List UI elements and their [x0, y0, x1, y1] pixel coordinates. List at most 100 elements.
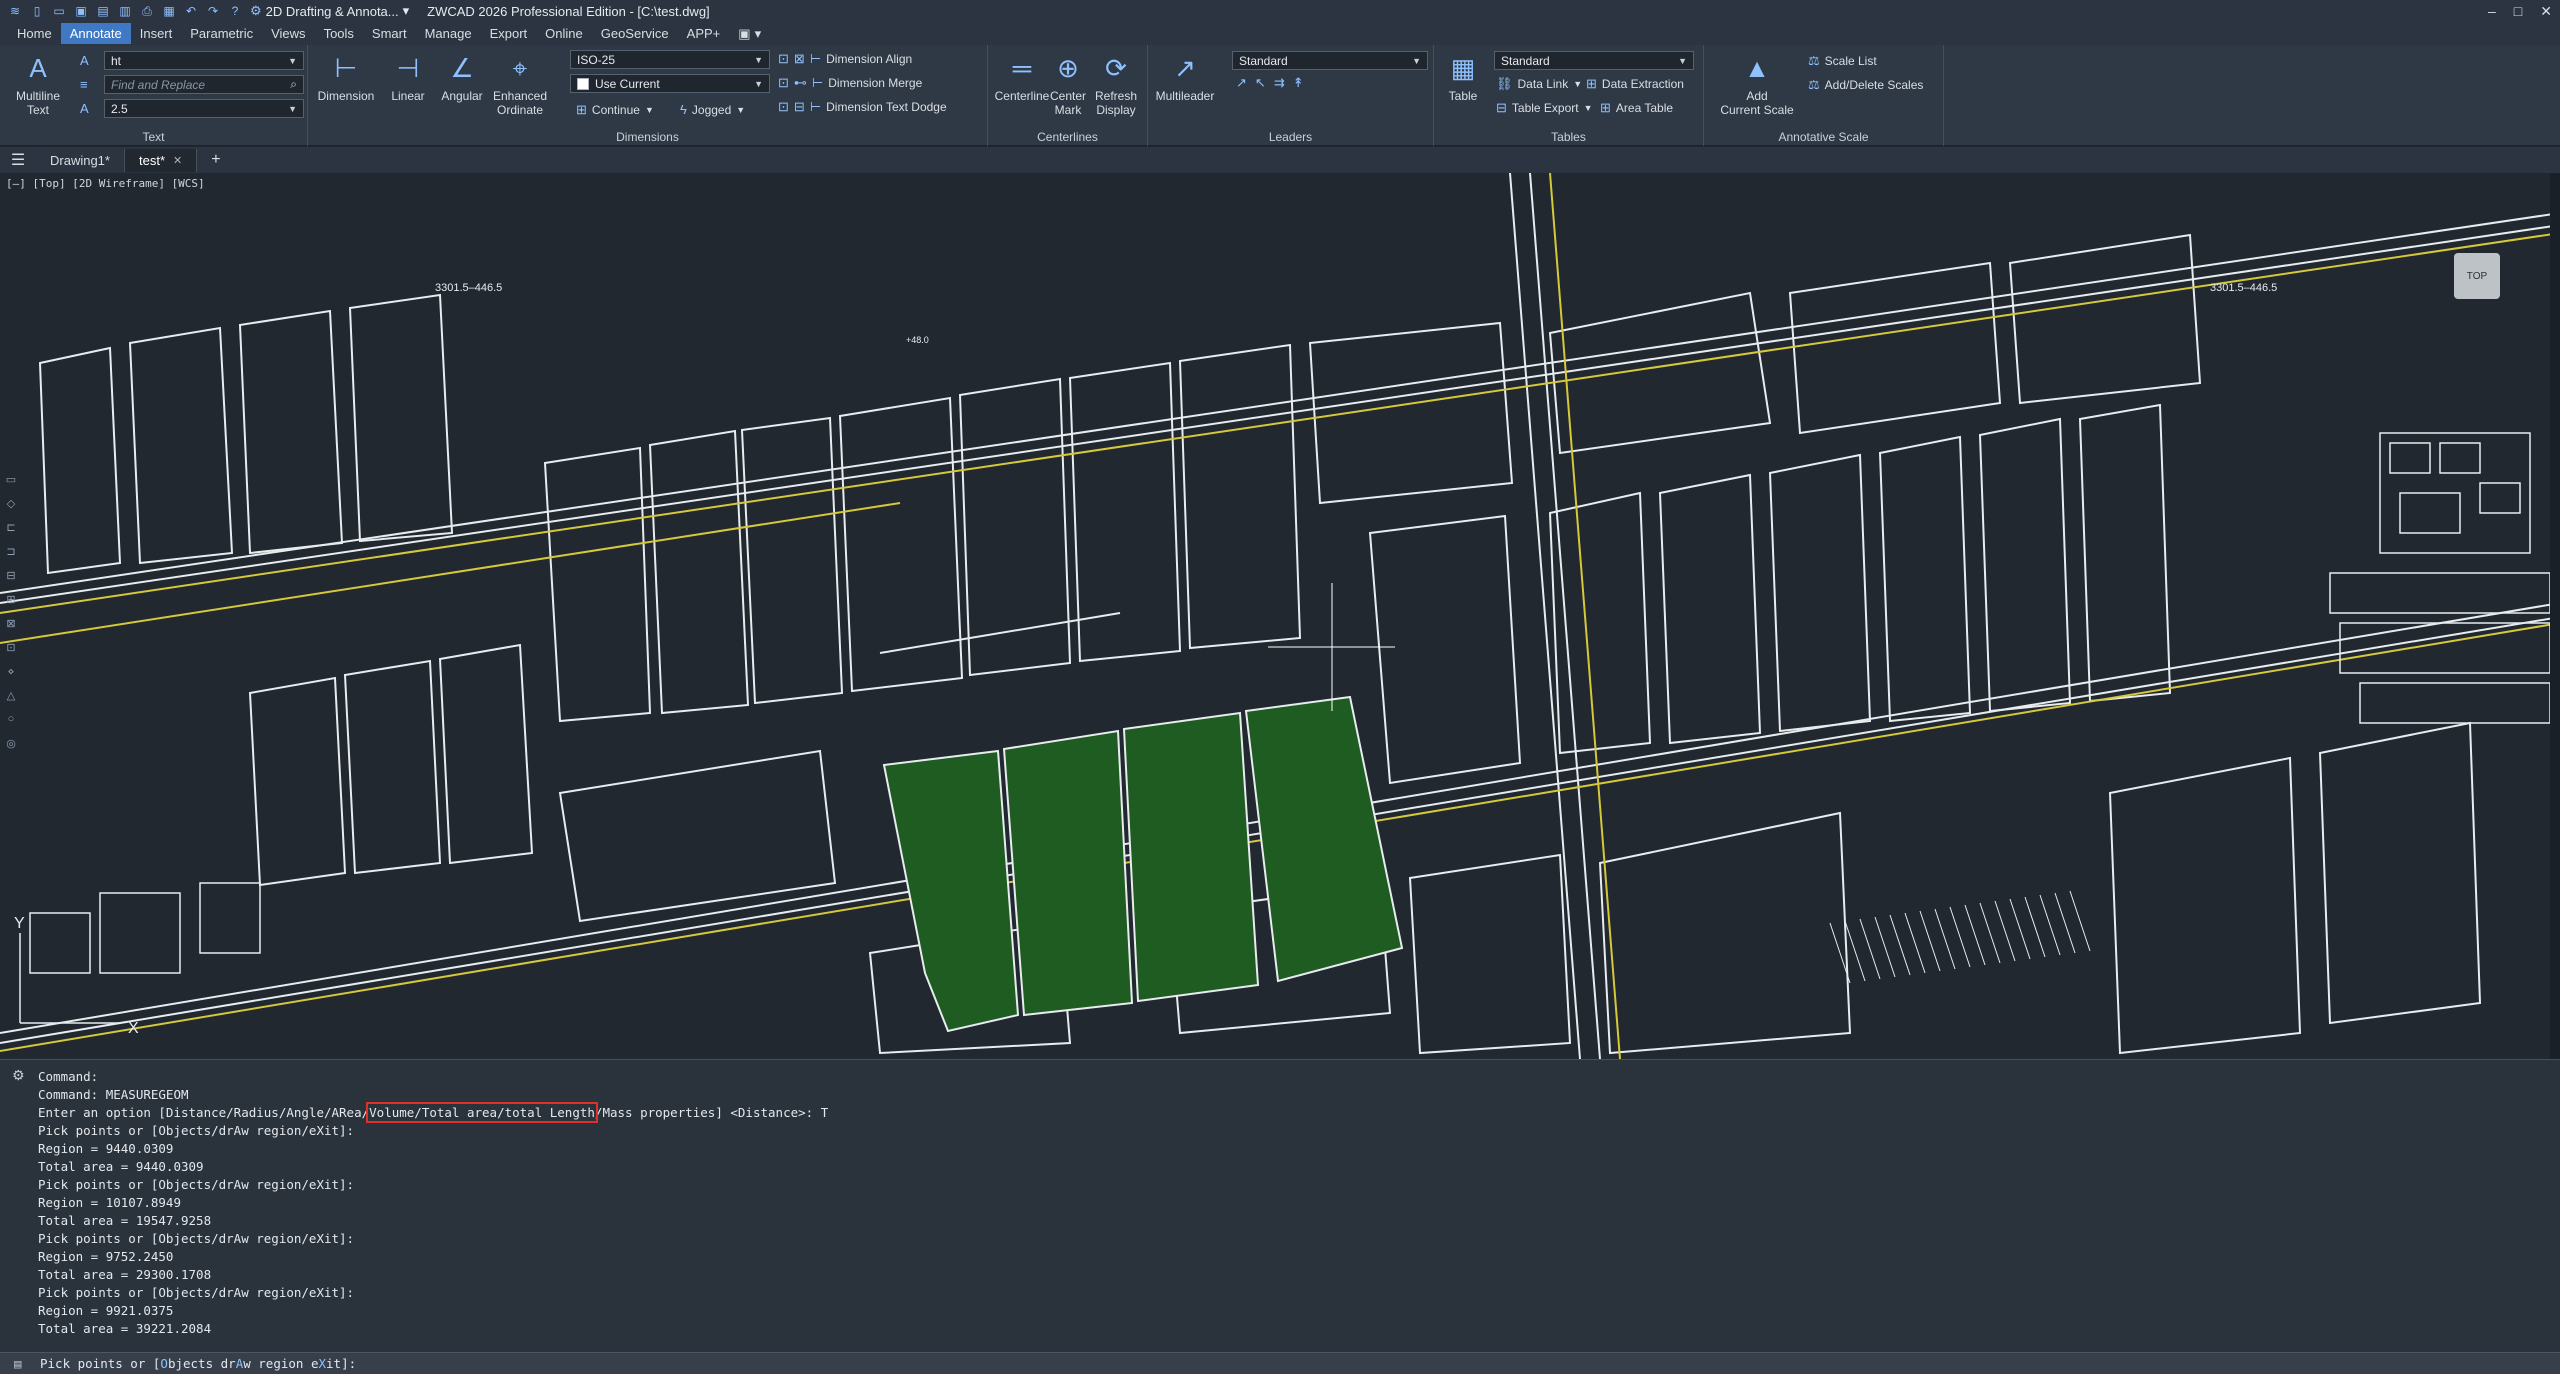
viewcube[interactable]: TOP: [2454, 253, 2500, 299]
continue-button[interactable]: ⊞ Continue ▼: [576, 102, 654, 118]
tool-icon[interactable]: ⊟: [4, 569, 18, 583]
table-button[interactable]: ▦ Table: [1436, 51, 1490, 103]
data-link-label: Data Link: [1517, 77, 1569, 91]
jogged-button[interactable]: ϟ Jogged ▼: [680, 102, 745, 117]
dimension-style-select[interactable]: ISO-25 ▼: [570, 50, 770, 69]
print-icon[interactable]: ⎙: [138, 3, 156, 19]
continue-icon: ⊞: [576, 102, 587, 117]
remove-leader-icon[interactable]: ↖: [1255, 75, 1266, 91]
angular-button[interactable]: ∠ Angular: [432, 51, 492, 103]
workspace-switcher[interactable]: ⚙ 2D Drafting & Annota... ▾: [250, 3, 409, 19]
dimension-button[interactable]: ⊢ Dimension: [316, 51, 376, 103]
dimension-text-dodge-button[interactable]: ⊡ ⊟ ⊢ Dimension Text Dodge: [778, 99, 947, 115]
text-height-select[interactable]: 2.5 ▼: [104, 99, 304, 118]
area-table-button[interactable]: ⊞ Area Table: [1600, 100, 1673, 116]
ribbon-minimize-toggle[interactable]: ▣ ▾: [729, 23, 770, 45]
tool-icon[interactable]: △: [4, 689, 18, 703]
tab-views[interactable]: Views: [262, 23, 314, 44]
drawing-canvas[interactable]: X Y 3301.5–446.5 3301.5–446.5 +48.0 [–] …: [0, 173, 2560, 1059]
redo-icon[interactable]: ↷: [204, 3, 222, 19]
mleader-style-select[interactable]: Standard ▼: [1232, 51, 1428, 70]
tab-parametric[interactable]: Parametric: [181, 23, 262, 44]
add-leader-icon[interactable]: ↗: [1236, 75, 1247, 91]
multiline-text-icon: A: [29, 53, 47, 83]
prompt-keyword[interactable]: O: [160, 1356, 168, 1371]
command-line: Total area = 19547.9258: [38, 1213, 212, 1228]
text-panel-title[interactable]: Text: [0, 130, 307, 144]
add-delete-scales-button[interactable]: ⚖ Add/Delete Scales: [1808, 77, 1923, 93]
tab-home[interactable]: Home: [8, 23, 61, 44]
tool-icon[interactable]: ⋄: [4, 665, 18, 679]
tab-tools[interactable]: Tools: [315, 23, 363, 44]
text-style-select[interactable]: ht ▼: [104, 51, 304, 70]
tab-geoservice[interactable]: GeoService: [592, 23, 678, 44]
chevron-down-icon: ▼: [644, 105, 654, 115]
plot-preview-icon[interactable]: ▦: [160, 3, 178, 19]
multileader-button[interactable]: ↗ Multileader: [1152, 51, 1218, 103]
undo-icon[interactable]: ↶: [182, 3, 200, 19]
new-tab-button[interactable]: +: [197, 151, 234, 169]
tab-annotate[interactable]: Annotate: [60, 23, 131, 44]
maximize-button[interactable]: □: [2514, 3, 2522, 19]
centerlines-panel-title: Centerlines: [1037, 130, 1098, 144]
prompt-keyword[interactable]: X: [318, 1356, 326, 1371]
tool-icon[interactable]: ◇: [4, 497, 18, 511]
dimension-layer-select[interactable]: Use Current ▼: [570, 74, 770, 93]
tab-export[interactable]: Export: [481, 23, 537, 44]
chevron-down-icon: ▼: [288, 103, 297, 114]
gear-icon[interactable]: ⚙: [12, 1068, 25, 1084]
saveall-icon[interactable]: ▥: [116, 3, 134, 19]
minimize-button[interactable]: –: [2488, 3, 2496, 19]
dimension-merge-button[interactable]: ⊡ ⊷ ⊢ Dimension Merge: [778, 75, 922, 91]
dimensions-panel-title[interactable]: Dimensions: [308, 130, 987, 144]
open-file-icon[interactable]: ▭: [50, 3, 68, 19]
help-icon[interactable]: ?: [226, 3, 244, 19]
viewport-controls[interactable]: [–] [Top] [2D Wireframe] [WCS]: [6, 177, 205, 190]
tool-icon[interactable]: ◎: [4, 737, 18, 751]
tables-panel-title[interactable]: Tables: [1434, 130, 1703, 144]
new-file-icon[interactable]: ▯: [28, 3, 46, 19]
tab-manage[interactable]: Manage: [416, 23, 481, 44]
data-extraction-button[interactable]: ⊞ Data Extraction: [1586, 76, 1684, 92]
tool-icon[interactable]: ⊡: [4, 641, 18, 655]
centerlines-panel: ═ Centerline ⊕ Center Mark ⟳ Refresh Dis…: [988, 45, 1148, 146]
save-as-icon[interactable]: ▤: [94, 3, 112, 19]
add-current-scale-button[interactable]: ▲ Add Current Scale: [1712, 51, 1802, 117]
refresh-display-button[interactable]: ⟳ Refresh Display: [1088, 51, 1144, 117]
table-export-button[interactable]: ⊟ Table Export ▼: [1496, 100, 1593, 116]
find-replace-input[interactable]: Find and Replace ⌕: [104, 75, 304, 94]
close-button[interactable]: ✕: [2540, 3, 2552, 20]
tool-icon[interactable]: ○: [4, 713, 18, 727]
doc-tab-drawing1[interactable]: Drawing1*: [36, 148, 125, 172]
use-current-checkbox[interactable]: [577, 77, 589, 90]
tab-insert[interactable]: Insert: [131, 23, 182, 44]
align-leader-icon[interactable]: ⇉: [1274, 75, 1285, 91]
tool-icon[interactable]: ⊞: [4, 593, 18, 607]
tool-icon[interactable]: ⊐: [4, 545, 18, 559]
tool-icon[interactable]: ⊏: [4, 521, 18, 535]
vertical-scrollbar[interactable]: [2550, 173, 2560, 1059]
enhanced-ordinate-button[interactable]: ⌖ Enhanced Ordinate: [490, 51, 550, 117]
command-input[interactable]: ▤ Pick points or [Objects dr Aw region eX…: [0, 1352, 2560, 1374]
table-style-select[interactable]: Standard ▼: [1494, 51, 1694, 70]
scale-list-button[interactable]: ⚖ Scale List: [1808, 53, 1877, 69]
menu-icon[interactable]: ☰: [0, 150, 36, 170]
linear-button[interactable]: ⊣ Linear: [378, 51, 438, 103]
prompt-end: it]:: [326, 1356, 357, 1371]
tool-icon[interactable]: ⊠: [4, 617, 18, 631]
close-icon[interactable]: ✕: [173, 154, 182, 167]
tab-smart[interactable]: Smart: [363, 23, 416, 44]
command-window: ⚙ Command: Command: MEASUREGEOM Enter an…: [0, 1059, 2560, 1374]
save-icon[interactable]: ▣: [72, 3, 90, 19]
app-logo-icon[interactable]: ≋: [6, 3, 24, 19]
doc-tab-test[interactable]: test* ✕: [124, 148, 198, 172]
prompt-keyword[interactable]: A: [236, 1356, 244, 1371]
tab-online[interactable]: Online: [536, 23, 592, 44]
data-link-button[interactable]: ⛓ Data Link ▼: [1496, 76, 1582, 92]
tool-icon[interactable]: ▭: [4, 473, 18, 487]
tab-app-plus[interactable]: APP+: [678, 23, 730, 44]
dimension-align-button[interactable]: ⊡ ⊠ ⊢ Dimension Align: [778, 51, 912, 67]
collect-leader-icon[interactable]: ↟: [1293, 75, 1304, 91]
leaders-panel-title[interactable]: Leaders: [1148, 130, 1433, 144]
multiline-text-button[interactable]: A Multiline Text: [8, 51, 68, 117]
